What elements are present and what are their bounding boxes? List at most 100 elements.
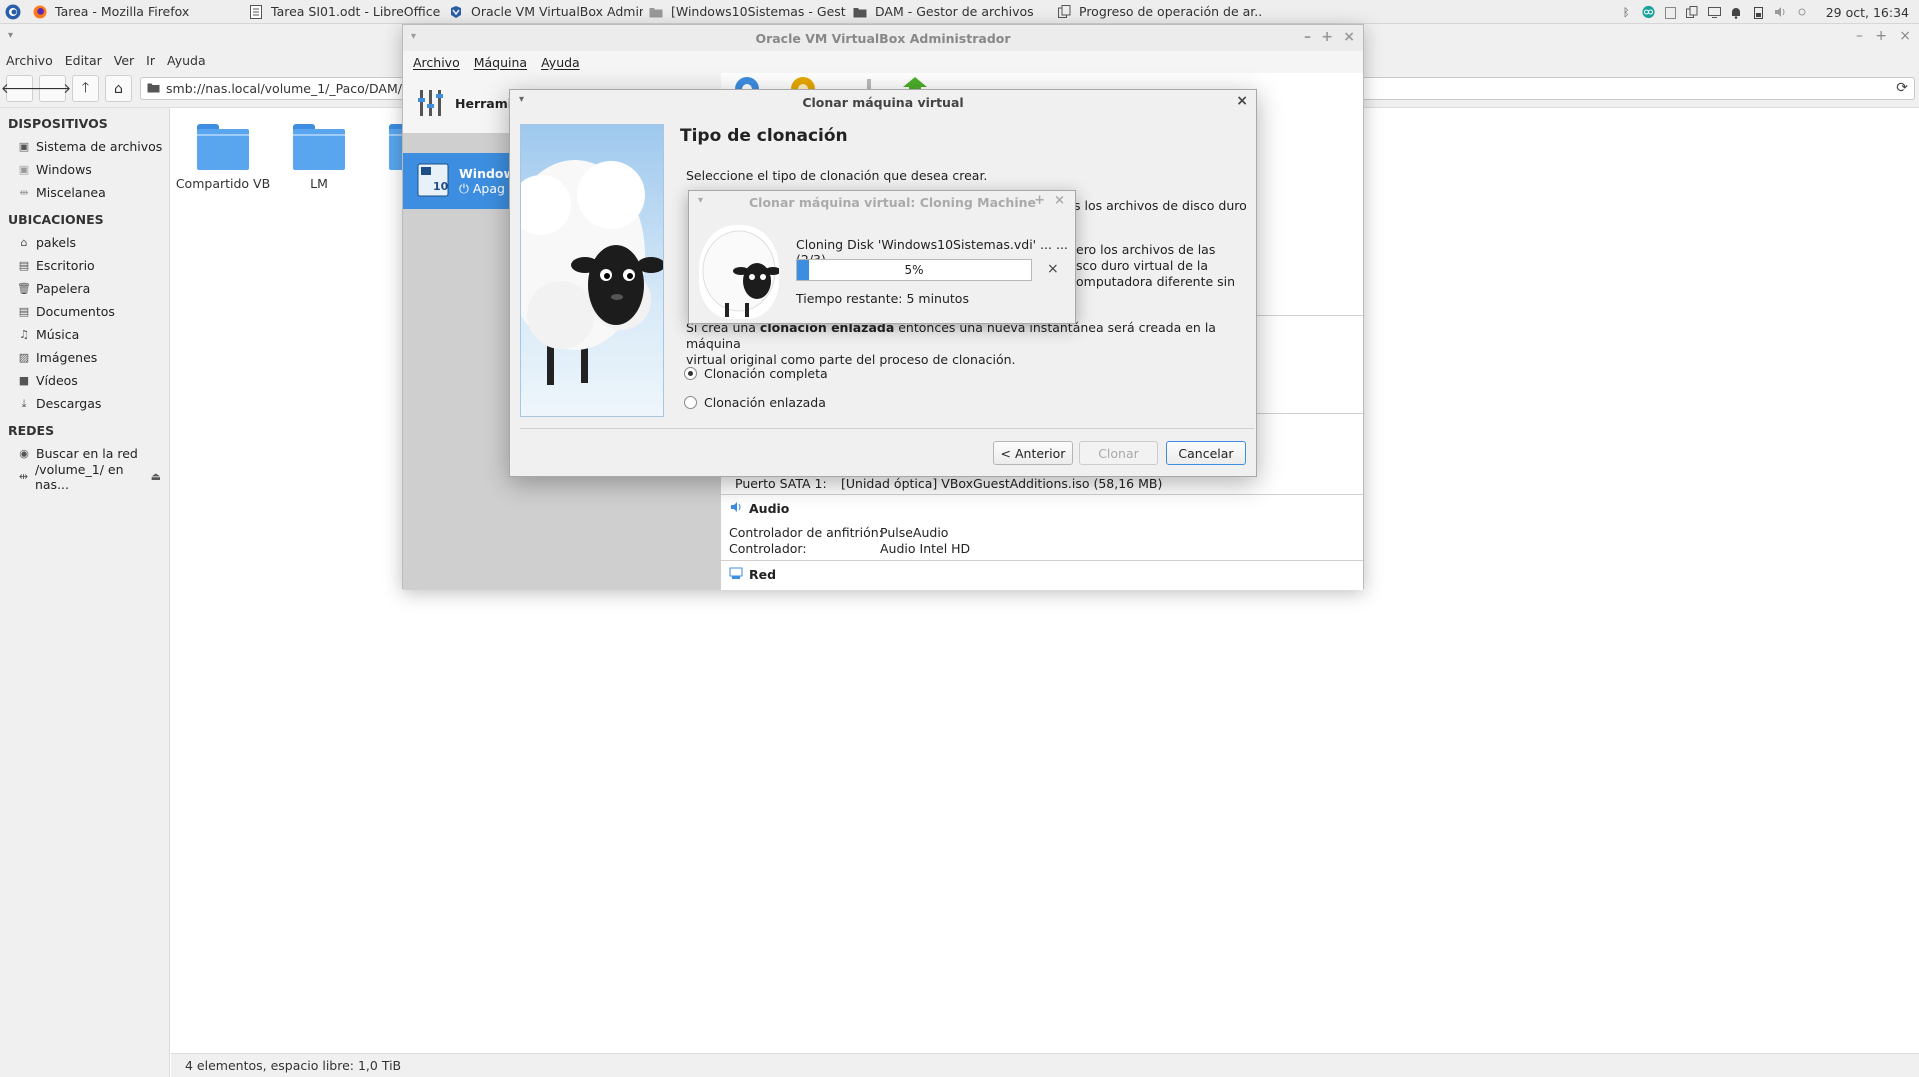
notifications-icon[interactable] — [1730, 6, 1743, 19]
section-network[interactable]: Red — [729, 566, 776, 583]
sidebar-item-nas-volume[interactable]: ⇹ /volume_1/ en nas... ⏏ — [0, 462, 169, 492]
folder-item[interactable]: Compartido VB — [175, 108, 271, 191]
menu-editar[interactable]: Editar — [65, 53, 102, 68]
window-menu-icon[interactable]: ▾ — [519, 94, 524, 105]
back-button[interactable]: < Anterior — [993, 441, 1073, 465]
sidebar-item-windows[interactable]: ▣ Windows — [0, 158, 169, 181]
sidebar-item-label: Buscar en la red — [36, 446, 138, 461]
sidebar-item-music[interactable]: ♫ Música — [0, 323, 169, 346]
sidebar-item-filesystem[interactable]: ▣ Sistema de archivos — [0, 135, 169, 158]
taskbar-item-label: Oracle VM VirtualBox Admini... — [471, 4, 643, 19]
share-icon: ⇹ — [18, 470, 29, 483]
folder-label: LM — [310, 176, 328, 191]
battery-icon[interactable] — [1752, 6, 1765, 19]
firefox-icon — [33, 5, 47, 19]
linked-text-line2: virtual original como parte del proceso … — [686, 352, 1016, 367]
sheep-icon — [699, 225, 781, 319]
host-driver-label: Controlador de anfitrión: — [729, 525, 883, 540]
clipboard-icon[interactable] — [1664, 6, 1677, 19]
app-menu-icon[interactable] — [3, 2, 23, 22]
menu-ayuda[interactable]: Ayuda — [541, 55, 580, 70]
close-icon[interactable]: × — [1054, 193, 1065, 208]
sidebar-item-downloads[interactable]: ⤓ Descargas — [0, 392, 169, 415]
minimize-icon[interactable]: – — [1304, 29, 1311, 45]
radio-full-clone-label: Clonación completa — [704, 366, 828, 381]
bluetooth-icon[interactable]: ᛒ — [1620, 6, 1633, 19]
radio-button-checked[interactable] — [684, 367, 697, 380]
cancel-button[interactable]: Cancelar — [1166, 441, 1246, 465]
cancel-operation-icon[interactable]: × — [1047, 261, 1059, 277]
menu-archivo[interactable]: Archivo — [413, 55, 460, 70]
sidebar-item-documents[interactable]: ▤ Documentos — [0, 300, 169, 323]
folder-icon — [197, 124, 249, 170]
minimize-icon[interactable]: – — [1856, 28, 1863, 44]
sidebar-item-home[interactable]: ⌂ pakels — [0, 231, 169, 254]
trash-icon: 🗑 — [17, 282, 31, 295]
controller-value: Audio Intel HD — [880, 541, 971, 556]
close-icon[interactable]: × — [1343, 29, 1355, 45]
close-icon[interactable]: × — [1899, 28, 1911, 44]
sidebar-item-desktop[interactable]: ▤ Escritorio — [0, 254, 169, 277]
taskbar-item-label: Progreso de operación de ar... — [1079, 4, 1261, 19]
home-button[interactable]: ⌂ — [105, 75, 132, 102]
windows10-os-icon: 10 — [417, 163, 449, 200]
radio-full-clone[interactable]: Clonación completa — [684, 366, 828, 381]
taskbar-item-progress[interactable]: Progreso de operación de ar... — [1051, 0, 1261, 24]
folder-item[interactable]: LM — [271, 108, 367, 191]
forward-button[interactable]: 🡒 — [34, 75, 71, 102]
maximize-icon[interactable]: + — [1321, 29, 1333, 45]
clock[interactable]: 29 oct, 16:34 — [1826, 5, 1909, 20]
maximize-icon[interactable]: + — [1875, 28, 1887, 44]
menu-ayuda[interactable]: Ayuda — [167, 53, 206, 68]
radio-button[interactable] — [684, 396, 697, 409]
controller-label: Controlador: — [729, 541, 807, 556]
volume-icon[interactable] — [1774, 6, 1787, 19]
menu-ir[interactable]: Ir — [146, 53, 155, 68]
menu-maquina[interactable]: Máquina — [474, 55, 527, 70]
share-icon: ⇹ — [19, 186, 29, 199]
section-network-title: Red — [749, 567, 777, 582]
radio-linked-clone[interactable]: Clonación enlazada — [684, 395, 826, 410]
location-path[interactable]: smb://nas.local/volume_1/_Paco/DAM/ — [166, 81, 402, 96]
menu-ver[interactable]: Ver — [114, 53, 134, 68]
keep-above-icon[interactable]: + — [1034, 193, 1045, 208]
taskbar-item-virtualbox[interactable]: Oracle VM VirtualBox Admini... — [443, 0, 643, 24]
sidebar-item-trash[interactable]: 🗑 Papelera — [0, 277, 169, 300]
sidebar-item-videos[interactable]: ■ Vídeos — [0, 369, 169, 392]
taskbar-item-libreoffice[interactable]: Tarea SI01.odt - LibreOffice ... — [243, 0, 443, 24]
sidebar-item-images[interactable]: ▨ Imágenes — [0, 346, 169, 369]
sidebar-item-label: Papelera — [36, 281, 91, 296]
taskbar-item-firefox[interactable]: Tarea - Mozilla Firefox — [27, 0, 243, 24]
reload-icon[interactable]: ⟳ — [1896, 80, 1908, 96]
clone-description-fragment: ero los archivos de las — [1076, 242, 1216, 257]
network-status-icon[interactable] — [1642, 5, 1655, 19]
home-icon: ⌂ — [114, 80, 123, 97]
divider — [721, 560, 1363, 561]
display-icon[interactable] — [1707, 6, 1721, 19]
copy-icon[interactable] — [1686, 6, 1699, 19]
taskbar-item-label: Tarea SI01.odt - LibreOffice ... — [271, 4, 443, 19]
window-menu-icon[interactable]: ▾ — [698, 195, 703, 206]
clone-description-fragment: sco duro virtual de la — [1076, 258, 1209, 273]
speaker-icon — [729, 500, 743, 517]
drive-icon: ▣ — [18, 163, 30, 176]
videos-icon: ■ — [18, 374, 30, 387]
back-button[interactable]: 🡐 — [1, 75, 38, 102]
drive-icon: ▣ — [18, 140, 30, 153]
menu-archivo[interactable]: Archivo — [6, 53, 53, 68]
eject-icon[interactable]: ⏏ — [151, 470, 161, 483]
clone-button[interactable]: Clonar — [1079, 441, 1158, 465]
window-menu-icon[interactable]: ▾ — [8, 30, 13, 41]
brightness-icon[interactable] — [1796, 6, 1809, 19]
arrow-up-icon: 🡑 — [81, 79, 90, 96]
taskbar-item-file-manager-1[interactable]: [Windows10Sistemas - Gest... — [643, 0, 847, 24]
arrow-left-icon: 🡐 — [0, 81, 39, 97]
taskbar-item-label: Tarea - Mozilla Firefox — [55, 4, 190, 19]
close-icon[interactable]: × — [1236, 93, 1248, 109]
arrow-right-icon: 🡒 — [33, 81, 72, 97]
window-menu-icon[interactable]: ▾ — [411, 31, 416, 42]
sidebar-item-miscelanea[interactable]: ⇹ Miscelanea — [0, 181, 169, 204]
taskbar-item-file-manager-2[interactable]: DAM - Gestor de archivos — [847, 0, 1051, 24]
section-audio[interactable]: Audio — [729, 500, 789, 517]
up-button[interactable]: 🡑 — [72, 75, 99, 102]
